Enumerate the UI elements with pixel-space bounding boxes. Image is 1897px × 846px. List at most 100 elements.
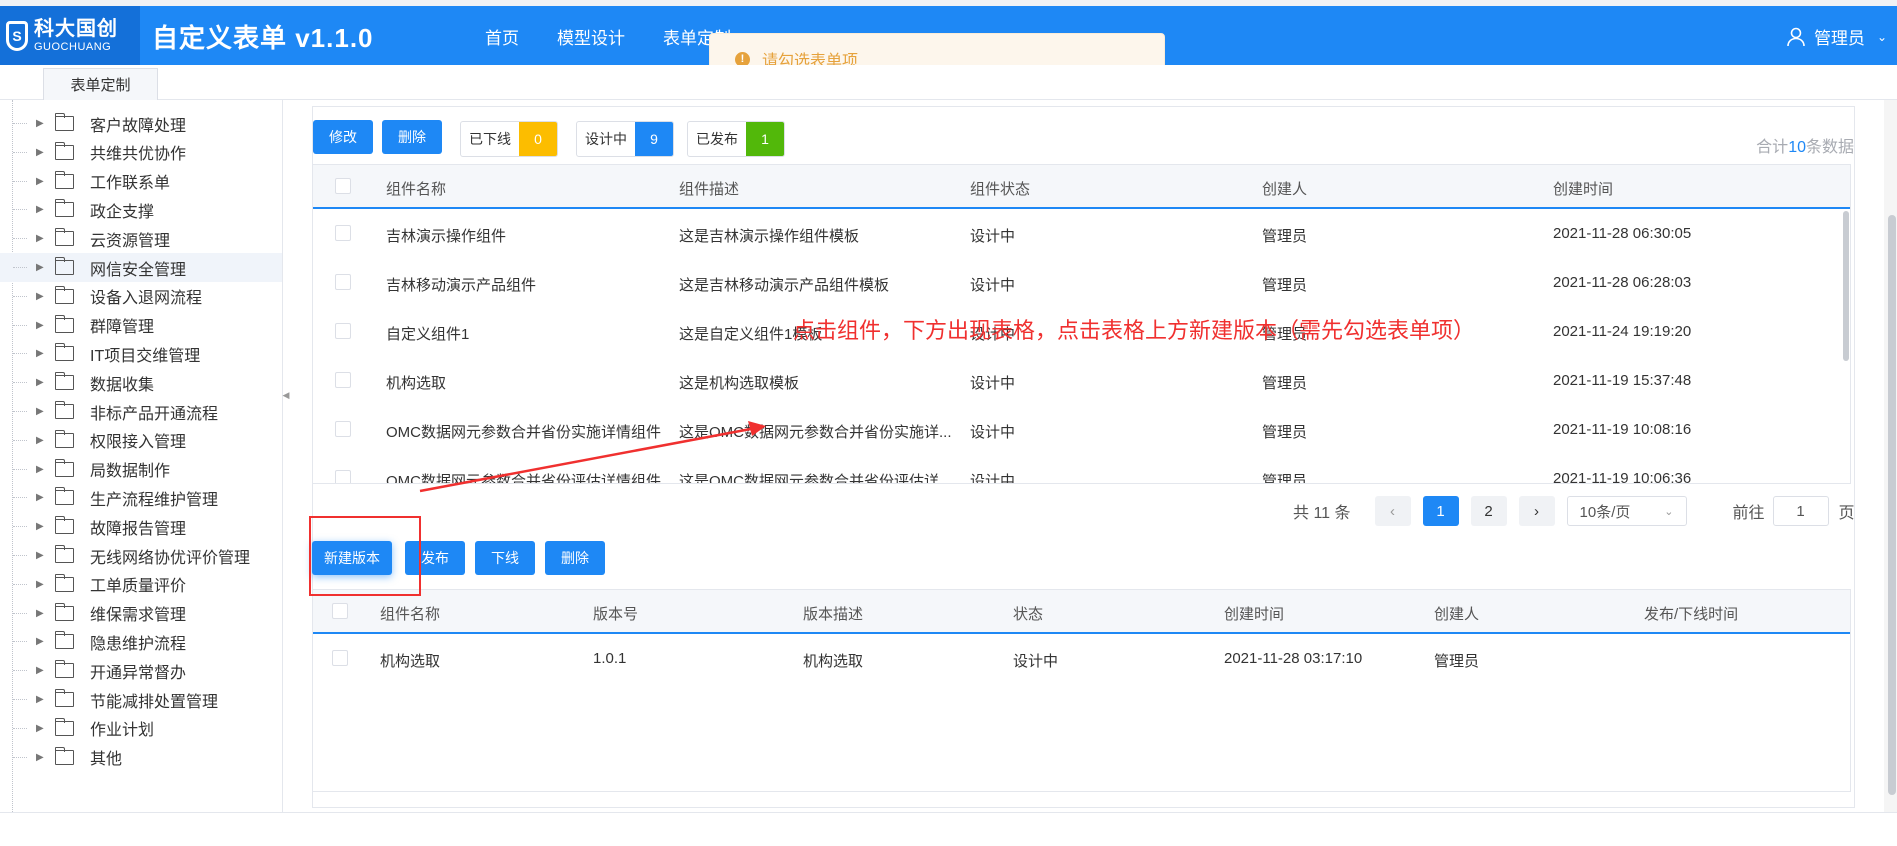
goto-page-input[interactable]: 1: [1772, 496, 1829, 526]
page-suffix: 页: [1838, 505, 1855, 522]
delete-version-button[interactable]: 删除: [545, 541, 605, 575]
tree-item[interactable]: ▶ 局数据制作: [0, 455, 282, 484]
row-checkbox[interactable]: [335, 274, 351, 290]
tree-item[interactable]: ▶ 节能减排处置管理: [0, 685, 282, 714]
table-row[interactable]: OMC数据网元参数合并省份评估详情组件 这是OMC数据网元参数合并省份评估详...…: [313, 454, 1850, 484]
page-2-button[interactable]: 2: [1470, 496, 1507, 526]
chevron-right-icon[interactable]: ›: [1518, 496, 1555, 526]
caret-right-icon[interactable]: ▶: [36, 579, 44, 590]
tree-item[interactable]: ▶ 工作联系单: [0, 167, 282, 196]
tree-item[interactable]: ▶ 维保需求管理: [0, 599, 282, 628]
select-all-versions-checkbox[interactable]: [332, 603, 348, 619]
folder-icon: [54, 372, 74, 391]
offline-button[interactable]: 下线: [475, 541, 535, 575]
caret-right-icon[interactable]: ▶: [36, 723, 44, 734]
caret-right-icon[interactable]: ▶: [36, 550, 44, 561]
tree-item[interactable]: ▶ 设备入退网流程: [0, 282, 282, 311]
user-menu[interactable]: 管理员 ⌄: [1786, 24, 1887, 49]
col-creator: 创建人: [1262, 181, 1308, 198]
goto-label: 前往: [1732, 505, 1765, 522]
folder-icon: [54, 228, 74, 247]
version-table-header: 组件名称 版本号 版本描述 状态 创建时间 创建人 发布/下线时间: [313, 590, 1850, 634]
table-row[interactable]: 机构选取 1.0.1 机构选取 设计中 2021-11-28 03:17:10 管理员: [313, 634, 1850, 683]
folder-icon: [54, 631, 74, 650]
caret-right-icon[interactable]: ▶: [36, 521, 44, 532]
caret-right-icon[interactable]: ▶: [36, 233, 44, 244]
row-checkbox[interactable]: [335, 421, 351, 437]
collapse-sidebar-icon[interactable]: ◀: [282, 345, 290, 445]
tree-item-label: 工作联系单: [90, 175, 171, 193]
caret-right-icon[interactable]: ▶: [36, 435, 44, 446]
tab-form-custom[interactable]: 表单定制: [43, 68, 158, 100]
tree-item[interactable]: ▶ 群障管理: [0, 311, 282, 340]
row-checkbox[interactable]: [335, 372, 351, 388]
folder-icon: [54, 170, 74, 189]
pager-total: 共 11 条: [1293, 505, 1351, 522]
nav-model-design[interactable]: 模型设计: [557, 24, 625, 49]
col-desc: 组件描述: [679, 181, 740, 198]
caret-right-icon[interactable]: ▶: [36, 147, 44, 158]
offline-filter[interactable]: 已下线 0: [460, 121, 558, 157]
tree-item[interactable]: ▶ 隐患维护流程: [0, 627, 282, 656]
tree-item[interactable]: ▶ 其他: [0, 743, 282, 772]
caret-right-icon[interactable]: ▶: [36, 406, 44, 417]
tree-item[interactable]: ▶ 工单质量评价: [0, 570, 282, 599]
page-1-button[interactable]: 1: [1422, 496, 1459, 526]
caret-right-icon[interactable]: ▶: [36, 262, 44, 273]
row-checkbox[interactable]: [335, 225, 351, 241]
caret-right-icon[interactable]: ▶: [36, 608, 44, 619]
caret-right-icon[interactable]: ▶: [36, 118, 44, 129]
tree-item[interactable]: ▶ 客户故障处理: [0, 109, 282, 138]
caret-right-icon[interactable]: ▶: [36, 464, 44, 475]
logo-en-text: GUOCHUANG: [34, 40, 112, 53]
table-row[interactable]: OMC数据网元参数合并省份实施详情组件 这是OMC数据网元参数合并省份实施详...…: [313, 405, 1850, 454]
caret-right-icon[interactable]: ▶: [36, 694, 44, 705]
page-scrollbar[interactable]: [1888, 215, 1896, 795]
caret-right-icon[interactable]: ▶: [36, 752, 44, 763]
table-row[interactable]: 吉林移动演示产品组件 这是吉林移动演示产品组件模板 设计中 管理员 2021-11-28…: [313, 258, 1850, 307]
delete-button[interactable]: 删除: [382, 120, 442, 154]
row-checkbox[interactable]: [335, 323, 351, 339]
row-checkbox[interactable]: [332, 650, 348, 666]
tree-item[interactable]: ▶ 云资源管理: [0, 224, 282, 253]
caret-right-icon[interactable]: ▶: [36, 492, 44, 503]
published-filter[interactable]: 已发布 1: [687, 121, 785, 157]
edit-button[interactable]: 修改: [313, 120, 373, 154]
caret-right-icon[interactable]: ▶: [36, 176, 44, 187]
caret-right-icon[interactable]: ▶: [36, 636, 44, 647]
table-scrollbar[interactable]: [1843, 211, 1849, 361]
table-row[interactable]: 吉林演示操作组件 这是吉林演示操作组件模板 设计中 管理员 2021-11-28 06:…: [313, 209, 1850, 258]
tree-item[interactable]: ▶ 共维共优协作: [0, 138, 282, 167]
caret-right-icon[interactable]: ▶: [36, 291, 44, 302]
caret-right-icon[interactable]: ▶: [36, 377, 44, 388]
tree-item[interactable]: ▶ 故障报告管理: [0, 512, 282, 541]
app-title: 自定义表单 v1.1.0: [152, 23, 374, 53]
tree-item[interactable]: ▶ 开通异常督办: [0, 656, 282, 685]
table-row[interactable]: 机构选取 这是机构选取模板 设计中 管理员 2021-11-19 15:37:48: [313, 356, 1850, 405]
caret-right-icon[interactable]: ▶: [36, 204, 44, 215]
tree-item-label: 其他: [90, 751, 123, 769]
tree-item[interactable]: ▶ 政企支撑: [0, 195, 282, 224]
row-checkbox[interactable]: [335, 470, 351, 483]
nav-home[interactable]: 首页: [485, 24, 519, 49]
table-cell: OMC数据网元参数合并省份评估详情组件: [386, 473, 661, 484]
tree-item[interactable]: ▶ 作业计划: [0, 714, 282, 743]
folder-icon: [54, 516, 74, 535]
tree-item[interactable]: ▶ 非标产品开通流程: [0, 397, 282, 426]
tree-item[interactable]: ▶ 权限接入管理: [0, 426, 282, 455]
folder-icon: [54, 545, 74, 563]
caret-right-icon[interactable]: ▶: [36, 665, 44, 676]
select-all-checkbox[interactable]: [335, 178, 351, 194]
tree-item[interactable]: ▶ 网信安全管理: [0, 253, 282, 282]
tree-item[interactable]: ▶ 数据收集: [0, 368, 282, 397]
chevron-left-icon[interactable]: ‹: [1374, 496, 1411, 526]
designing-filter[interactable]: 设计中 9: [576, 121, 674, 157]
caret-right-icon[interactable]: ▶: [36, 348, 44, 359]
caret-right-icon[interactable]: ▶: [36, 320, 44, 331]
tree-item[interactable]: ▶ IT项目交维管理: [0, 339, 282, 368]
bottom-bar: [0, 812, 1897, 846]
tree-item[interactable]: ▶ 生产流程维护管理: [0, 483, 282, 512]
offline-label: 已下线: [469, 131, 511, 147]
tree-item[interactable]: ▶ 无线网络协优评价管理: [0, 541, 282, 570]
page-size-select[interactable]: 10条/页 ⌄: [1566, 496, 1687, 526]
